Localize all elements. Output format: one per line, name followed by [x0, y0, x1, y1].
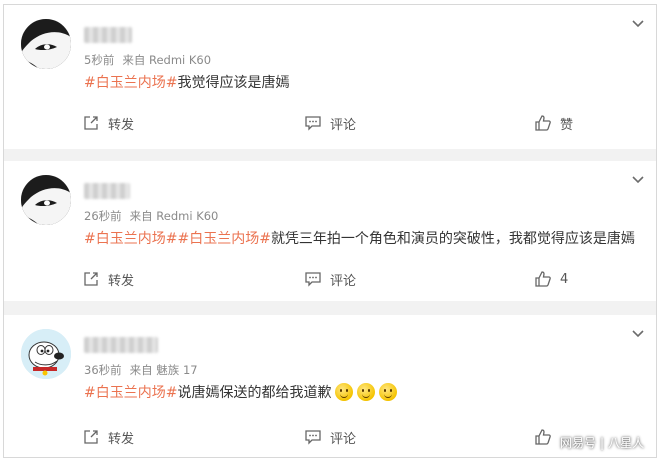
repost-label: 转发: [108, 273, 135, 289]
watermark-author: 八星人: [608, 436, 645, 450]
comment-source: 来自 Redmi K60: [122, 53, 212, 67]
like-label: 赞: [560, 117, 574, 133]
thumbs-up-icon: [535, 271, 551, 287]
comment-card: 36秒前 来自 魅族 17 #白玉兰内场# 说唐嫣保送的都给我道歉 转发 评论: [4, 315, 656, 457]
chevron-down-icon[interactable]: [630, 15, 646, 31]
comment-icon: [305, 116, 321, 131]
chevron-down-icon[interactable]: [630, 171, 646, 187]
avatar[interactable]: [21, 329, 71, 379]
like-button[interactable]: 赞: [534, 109, 573, 137]
smile-emoji: [379, 383, 398, 401]
chevron-down-icon[interactable]: [630, 325, 646, 341]
like-button[interactable]: 4: [534, 265, 568, 293]
username-blurred[interactable]: [84, 27, 132, 43]
comment-text: #白玉兰内场# 我觉得应该是唐嫣: [84, 72, 289, 92]
repost-icon: [84, 430, 98, 444]
comment-button[interactable]: 评论: [304, 109, 356, 137]
thumbs-up-icon: [535, 115, 551, 131]
comment-feed: 5秒前 来自 Redmi K60 #白玉兰内场# 我觉得应该是唐嫣 转发 评论 赞: [3, 4, 657, 458]
comment-button[interactable]: 评论: [304, 265, 356, 293]
comment-label: 评论: [330, 431, 357, 447]
comment-body: 我觉得应该是唐嫣: [177, 75, 290, 91]
comment-card: 5秒前 来自 Redmi K60 #白玉兰内场# 我觉得应该是唐嫣 转发 评论 赞: [4, 5, 656, 149]
comment-source: 来自 Redmi K60: [129, 209, 219, 223]
comment-time: 26秒前: [84, 209, 122, 223]
comment-meta: 26秒前 来自 Redmi K60: [84, 208, 226, 224]
repost-button[interactable]: 转发: [82, 423, 134, 451]
watermark-brand: 网易号: [560, 436, 597, 450]
comment-card: 26秒前 来自 Redmi K60 #白玉兰内场# #白玉兰内场# 就凭三年拍一个角色…: [4, 161, 656, 301]
avatar[interactable]: [21, 19, 71, 69]
avatar[interactable]: [21, 175, 71, 225]
repost-icon: [84, 272, 98, 286]
repost-icon: [84, 116, 98, 130]
like-count: 4: [560, 271, 569, 287]
thumbs-up-icon: [535, 429, 551, 445]
comment-label: 评论: [330, 273, 357, 289]
repost-label: 转发: [108, 431, 135, 447]
comment-time: 36秒前: [84, 363, 122, 377]
comment-meta: 5秒前 来自 Redmi K60: [84, 52, 219, 68]
like-button[interactable]: [534, 423, 560, 451]
hashtag-link[interactable]: #白玉兰内场#: [177, 228, 270, 248]
comment-button[interactable]: 评论: [304, 423, 356, 451]
comment-label: 评论: [330, 117, 357, 133]
smile-emoji: [357, 383, 376, 401]
hashtag-link[interactable]: #白玉兰内场#: [84, 382, 177, 402]
action-bar: 转发 评论: [4, 423, 656, 451]
comment-icon: [305, 430, 321, 445]
smile-emoji: [335, 383, 354, 401]
comment-meta: 36秒前 来自 魅族 17: [84, 362, 206, 378]
comment-source: 来自 魅族 17: [129, 363, 198, 377]
comment-text: #白玉兰内场# 说唐嫣保送的都给我道歉: [84, 382, 398, 402]
repost-button[interactable]: 转发: [82, 265, 134, 293]
hashtag-link[interactable]: #白玉兰内场#: [84, 72, 177, 92]
hashtag-link[interactable]: #白玉兰内场#: [84, 228, 177, 248]
repost-button[interactable]: 转发: [82, 109, 134, 137]
comment-icon: [305, 272, 321, 287]
comment-body: 就凭三年拍一个角色和演员的突破性，我都觉得应该是唐嫣: [270, 231, 635, 247]
watermark: 网易号 | 八星人: [560, 434, 644, 451]
watermark-separator: |: [600, 435, 605, 450]
comment-text: #白玉兰内场# #白玉兰内场# 就凭三年拍一个角色和演员的突破性，我都觉得应该是唐嫣: [84, 228, 635, 248]
action-bar: 转发 评论 赞: [4, 109, 656, 137]
username-blurred[interactable]: [84, 337, 158, 353]
action-bar: 转发 评论 4: [4, 265, 656, 293]
username-blurred[interactable]: [84, 183, 130, 199]
repost-label: 转发: [108, 117, 135, 133]
comment-time: 5秒前: [84, 53, 115, 67]
comment-body: 说唐嫣保送的都给我道歉: [177, 385, 332, 401]
